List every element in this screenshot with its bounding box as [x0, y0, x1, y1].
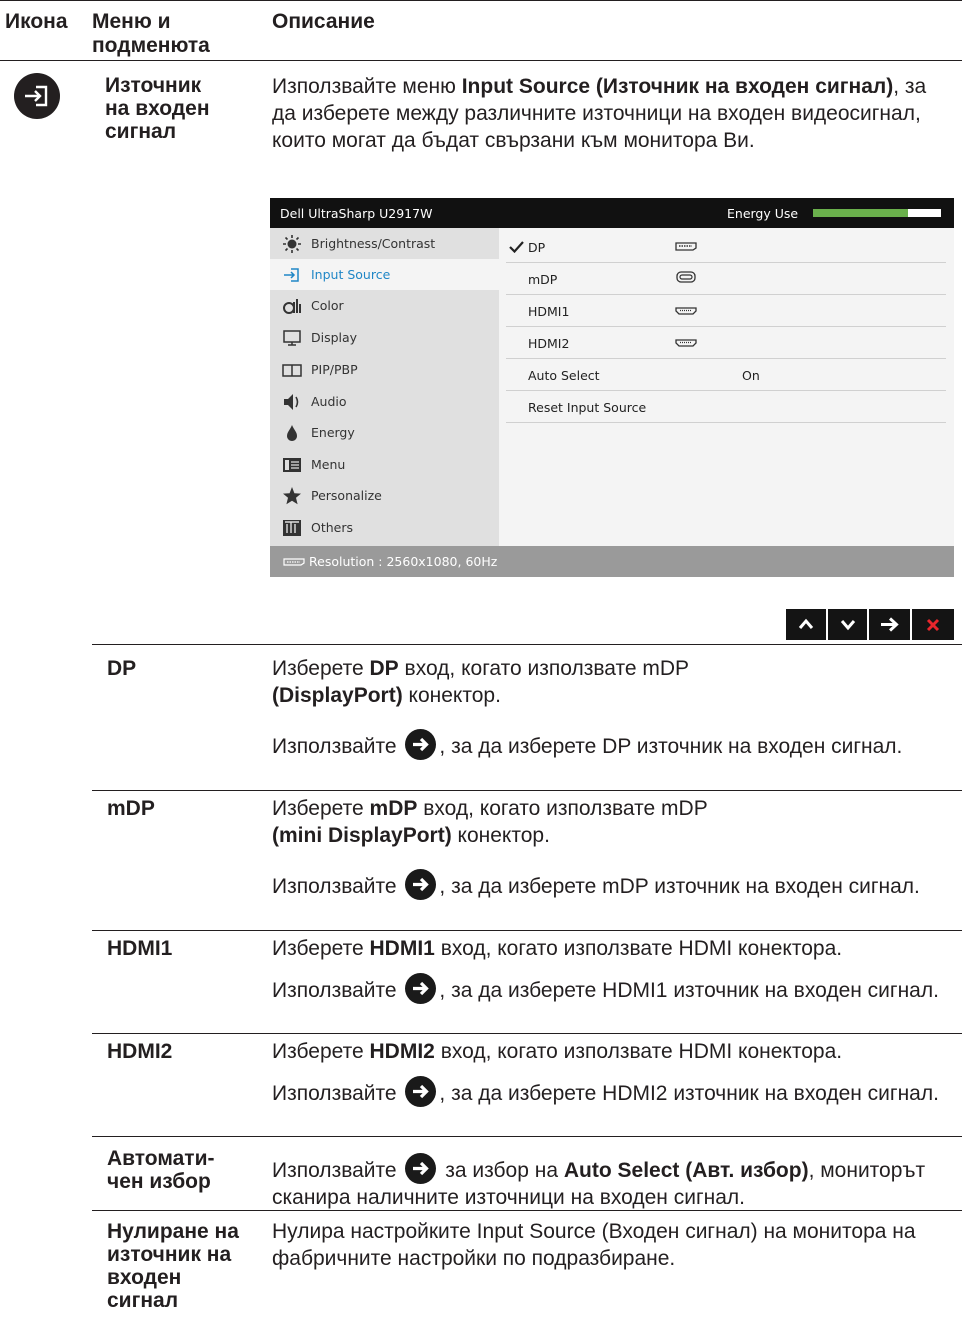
dp-port-icon	[675, 242, 697, 251]
nav-close-button[interactable]	[912, 609, 954, 640]
input-source-icon	[284, 268, 299, 282]
row-label-reset-input-source: Нулиране на източник на входен сигнал	[107, 1220, 239, 1312]
close-icon	[926, 618, 940, 632]
nav-down-button[interactable]	[828, 609, 867, 640]
osd-screenshot: Dell UltraSharp U2917W Energy Use Bright…	[270, 198, 954, 577]
menu-icon	[283, 458, 301, 472]
header-rule	[0, 60, 962, 61]
osd-footer: Resolution : 2560x1080, 60Hz	[270, 546, 954, 577]
osd-title-bar: Dell UltraSharp U2917W Energy Use	[270, 198, 954, 228]
display-icon	[283, 330, 301, 346]
checkmark-icon	[509, 241, 524, 253]
osd-option-hdmi1[interactable]: HDMI1	[499, 295, 954, 327]
auto-select-value: On	[742, 368, 760, 383]
round-arrow-icon	[405, 1076, 437, 1107]
others-icon	[283, 520, 301, 536]
osd-menu-item-brightness-contrast[interactable]: Brightness/Contrast	[270, 228, 499, 259]
osd-menu-item-color[interactable]: Color	[270, 290, 499, 321]
osd-option-mdp[interactable]: mDP	[499, 263, 954, 295]
energy-use-bar	[813, 209, 941, 217]
mdp-port-icon	[676, 271, 696, 283]
row-mdp-desc-b: Използвайте , за да изберете mDP източни…	[272, 869, 952, 900]
input-source-icon	[14, 73, 60, 119]
round-arrow-icon	[405, 973, 437, 1004]
osd-menu-item-menu[interactable]: Menu	[270, 449, 499, 480]
personalize-icon	[283, 487, 301, 505]
row-rule	[92, 644, 962, 645]
row-dp-desc-b: Използвайте , за да изберете DP източник…	[272, 729, 952, 760]
pip-pbp-icon	[282, 364, 302, 377]
row-hdmi2-desc-a: Изберете HDMI2 вход, когато използвате H…	[272, 1040, 843, 1063]
row-reset-desc: Нулира настройките Input Source (Входен …	[272, 1220, 916, 1270]
row-hdmi2-desc-b: Използвайте , за да изберете HDMI2 източ…	[272, 1076, 952, 1107]
osd-main-menu: Brightness/Contrast Input Source Color D…	[270, 228, 499, 546]
round-arrow-icon	[405, 729, 437, 760]
down-icon	[840, 620, 856, 631]
audio-icon	[284, 394, 299, 410]
row-rule	[92, 1136, 962, 1137]
brightness-icon	[283, 235, 301, 253]
osd-option-hdmi2[interactable]: HDMI2	[499, 327, 954, 359]
energy-use-fill	[813, 209, 908, 217]
dp-port-icon	[283, 558, 305, 566]
round-arrow-icon	[405, 869, 437, 900]
col-header-menu: Меню и подменюта	[92, 10, 210, 57]
osd-menu-item-display[interactable]: Display	[270, 322, 499, 353]
row-label-hdmi2: HDMI2	[107, 1040, 173, 1063]
col-header-icon: Икона	[5, 10, 68, 33]
osd-menu-item-energy[interactable]: Energy	[270, 417, 499, 448]
row-hdmi1-desc-b: Използвайте , за да изберете HDMI1 източ…	[272, 973, 952, 1004]
row-label-auto-select: Автомати-чен избор	[107, 1147, 215, 1193]
row-hdmi1-desc-a: Изберете HDMI1 вход, когато използвате H…	[272, 937, 843, 960]
osd-menu-item-others[interactable]: Others	[270, 512, 499, 543]
energy-use-label: Energy Use	[727, 206, 799, 221]
osd-option-auto-select[interactable]: Auto Select On	[499, 359, 954, 391]
row-rule	[92, 1033, 962, 1034]
right-arrow-icon	[881, 617, 899, 632]
osd-title: Dell UltraSharp U2917W	[280, 206, 433, 221]
energy-icon	[287, 425, 297, 441]
color-icon	[283, 299, 301, 314]
osd-submenu: DP mDP HDMI1 HDMI2 Auto Select On Reset …	[499, 228, 954, 546]
up-icon	[798, 618, 814, 629]
nav-up-button[interactable]	[786, 609, 826, 640]
osd-option-reset-input-source[interactable]: Reset Input Source	[499, 391, 954, 423]
nav-right-button[interactable]	[869, 609, 910, 640]
osd-menu-item-personalize[interactable]: Personalize	[270, 480, 499, 511]
row-dp-desc-a: Изберете DP вход, когато използвате mDP …	[272, 657, 689, 707]
row-label-dp: DP	[107, 657, 137, 680]
row-rule	[92, 1210, 962, 1211]
row-rule	[92, 790, 962, 791]
round-arrow-icon	[405, 1153, 437, 1184]
main-menu-label: Източник на входен сигнал	[105, 74, 210, 143]
row-auto-select-desc: Използвайте за избор на Auto Select (Авт…	[272, 1153, 962, 1211]
osd-option-dp[interactable]: DP	[499, 231, 954, 263]
row-label-hdmi1: HDMI1	[107, 937, 173, 960]
osd-menu-item-pip-pbp[interactable]: PIP/PBP	[270, 354, 499, 385]
row-label-mdp: mDP	[107, 797, 155, 820]
main-description: Използвайте меню Input Source (Източник …	[272, 75, 927, 152]
row-rule	[92, 930, 962, 931]
hdmi-port-icon	[675, 339, 697, 347]
hdmi-port-icon	[675, 307, 697, 315]
col-header-description: Описание	[272, 10, 375, 33]
osd-menu-item-input-source[interactable]: Input Source	[270, 259, 499, 290]
row-mdp-desc-a: Изберете mDP вход, когато използвате mDP…	[272, 797, 708, 847]
osd-menu-item-audio[interactable]: Audio	[270, 386, 499, 417]
resolution-text: Resolution : 2560x1080, 60Hz	[309, 554, 498, 569]
top-rule	[0, 0, 962, 1]
